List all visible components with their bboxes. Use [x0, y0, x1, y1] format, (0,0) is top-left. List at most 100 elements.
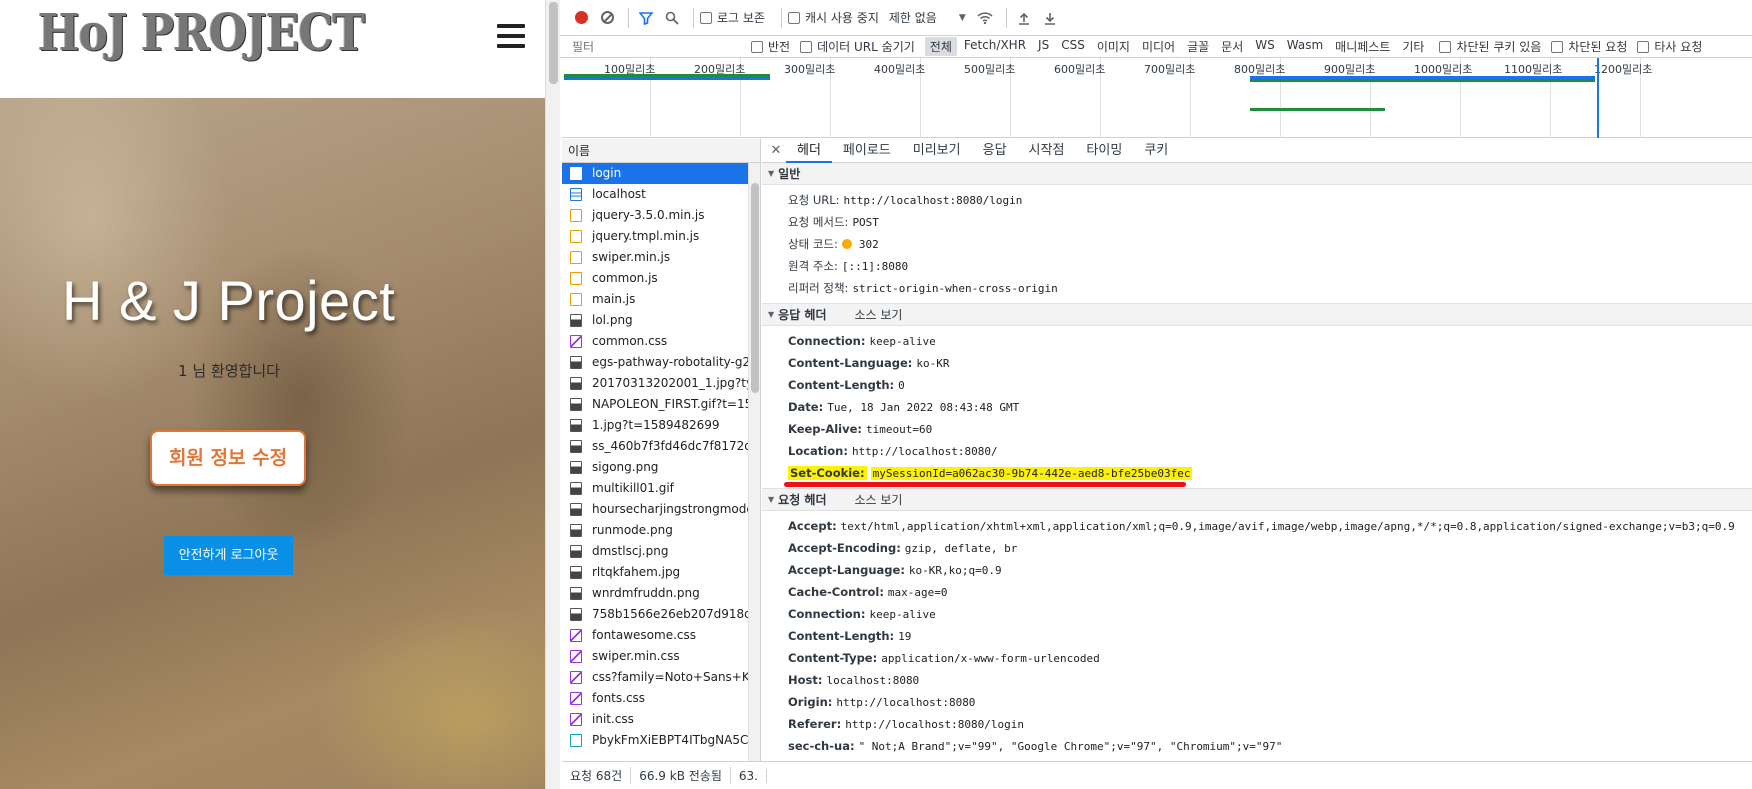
- tab-6[interactable]: 쿠키: [1133, 139, 1179, 163]
- network-conditions-wifi-icon[interactable]: [974, 7, 996, 29]
- type-filter-3[interactable]: CSS: [1056, 37, 1090, 56]
- request-row[interactable]: hoursecharjingstrongmode.gi...: [562, 499, 760, 520]
- search-icon[interactable]: [661, 7, 683, 29]
- throttling-dropdown[interactable]: 제한 없음 ▼: [889, 9, 966, 26]
- js-file-icon: [570, 272, 582, 285]
- edit-profile-button[interactable]: 회원 정보 수정: [150, 430, 306, 486]
- checkbox-box[interactable]: [800, 40, 813, 53]
- checkbox-box[interactable]: [787, 11, 800, 24]
- request-name: lol.png: [592, 313, 633, 327]
- request-row[interactable]: login: [562, 163, 760, 184]
- preserve-log-label: 로그 보존: [717, 11, 765, 25]
- preserve-log-checkbox[interactable]: 로그 보존: [700, 9, 765, 26]
- request-name: NAPOLEON_FIRST.gif?t=1583...: [592, 397, 760, 411]
- blocked-requests-checkbox[interactable]: 차단된 요청: [1551, 38, 1627, 55]
- request-row[interactable]: jquery.tmpl.min.js: [562, 226, 760, 247]
- request-row[interactable]: 20170313202001_1.jpg?type=...: [562, 373, 760, 394]
- header-value: http://localhost:8080: [836, 696, 976, 709]
- request-row[interactable]: sigong.png: [562, 457, 760, 478]
- request-row[interactable]: rltqkfahem.jpg: [562, 562, 760, 583]
- request-list-scrollbar-thumb[interactable]: [751, 183, 759, 393]
- type-filter-4[interactable]: 이미지: [1092, 37, 1135, 56]
- tab-4[interactable]: 시작점: [1018, 139, 1076, 163]
- request-row[interactable]: wnrdmfruddn.png: [562, 583, 760, 604]
- response-headers-section-header[interactable]: ▼ 응답 헤더 소스 보기: [762, 304, 1752, 326]
- request-name: 758b1566e26eb207d918dd46...: [592, 607, 760, 621]
- checkbox-box[interactable]: [751, 40, 763, 53]
- invert-checkbox[interactable]: 반전: [751, 38, 790, 55]
- close-icon[interactable]: ✕: [766, 143, 786, 158]
- request-headers-section-header[interactable]: ▼ 요청 헤더 소스 보기: [762, 489, 1752, 511]
- request-row[interactable]: css?family=Noto+Sans+KR:40...: [562, 667, 760, 688]
- request-row[interactable]: localhost: [562, 184, 760, 205]
- disable-cache-checkbox[interactable]: 캐시 사용 중지: [787, 9, 879, 26]
- filter-funnel-icon[interactable]: [635, 7, 657, 29]
- type-filter-9[interactable]: Wasm: [1282, 37, 1328, 56]
- request-row[interactable]: ss_460b7f3fd46dc7f8172d70e...: [562, 436, 760, 457]
- tab-5[interactable]: 타이밍: [1075, 139, 1133, 163]
- header-value: keep-alive: [869, 608, 936, 621]
- toolbar-divider: [780, 7, 782, 28]
- filter-input[interactable]: [568, 36, 743, 57]
- network-overview-timeline[interactable]: 100밀리초 200밀리초 300밀리초 400밀리초 500밀리초 600밀리초 700밀…: [562, 58, 1752, 138]
- timeline-tick-label: 300밀리초: [784, 63, 836, 76]
- page-scrollbar-thumb[interactable]: [549, 2, 558, 84]
- request-row[interactable]: swiper.min.js: [562, 247, 760, 268]
- request-row[interactable]: common.js: [562, 268, 760, 289]
- checkbox-box[interactable]: [1551, 40, 1564, 53]
- tab-0[interactable]: 헤더: [786, 139, 832, 163]
- request-row[interactable]: PbykFmXiEBPT4ITbgNA5Cgm...: [562, 730, 760, 751]
- type-filter-5[interactable]: 미디어: [1137, 37, 1180, 56]
- checkbox-box[interactable]: [700, 11, 712, 24]
- header-name: Keep-Alive:: [788, 422, 862, 436]
- type-filter-1[interactable]: Fetch/XHR: [959, 37, 1031, 56]
- request-row[interactable]: 758b1566e26eb207d918dd46...: [562, 604, 760, 625]
- triangle-down-icon: ▼: [768, 495, 775, 504]
- request-row[interactable]: common.css: [562, 331, 760, 352]
- request-row[interactable]: runmode.png: [562, 520, 760, 541]
- invert-label: 반전: [768, 40, 791, 54]
- export-har-download-icon[interactable]: [1039, 7, 1061, 29]
- request-row[interactable]: init.css: [562, 709, 760, 730]
- import-har-upload-icon[interactable]: [1013, 7, 1035, 29]
- hide-data-urls-checkbox[interactable]: 데이터 URL 숨기기: [800, 38, 915, 55]
- request-row[interactable]: fonts.css: [562, 688, 760, 709]
- checkbox-box[interactable]: [1637, 40, 1650, 53]
- request-row[interactable]: main.js: [562, 289, 760, 310]
- type-filter-7[interactable]: 문서: [1216, 37, 1248, 56]
- tab-1[interactable]: 페이로드: [832, 139, 902, 163]
- type-filter-8[interactable]: WS: [1250, 37, 1279, 56]
- type-filter-2[interactable]: JS: [1033, 37, 1054, 56]
- request-row[interactable]: egs-pathway-robotality-g2-0...: [562, 352, 760, 373]
- type-filter-10[interactable]: 매니페스트: [1330, 37, 1395, 56]
- request-row[interactable]: lol.png: [562, 310, 760, 331]
- request-row[interactable]: fontawesome.css: [562, 625, 760, 646]
- page-scrollbar[interactable]: [545, 0, 560, 789]
- request-list-scrollbar[interactable]: [748, 163, 760, 761]
- name-column-header[interactable]: 이름: [562, 139, 760, 163]
- general-section-header[interactable]: ▼ 일반: [762, 163, 1752, 185]
- type-filter-0[interactable]: 전체: [924, 37, 957, 56]
- clear-icon[interactable]: [596, 7, 618, 29]
- tab-3[interactable]: 응답: [972, 139, 1018, 163]
- request-row[interactable]: dmstlscj.png: [562, 541, 760, 562]
- third-party-checkbox[interactable]: 타사 요청: [1637, 38, 1702, 55]
- view-source-link[interactable]: 소스 보기: [855, 304, 903, 325]
- request-row[interactable]: multikill01.gif: [562, 478, 760, 499]
- hero-title: H & J Project: [62, 269, 396, 332]
- tab-2[interactable]: 미리보기: [902, 139, 972, 163]
- js-file-icon: [570, 293, 582, 306]
- request-row[interactable]: 1.jpg?t=1589482699: [562, 415, 760, 436]
- site-logo[interactable]: HoJ PROJECT: [38, 4, 365, 63]
- request-row[interactable]: jquery-3.5.0.min.js: [562, 205, 760, 226]
- request-row[interactable]: swiper.min.css: [562, 646, 760, 667]
- blocked-cookies-checkbox[interactable]: 차단된 쿠키 있음: [1439, 38, 1541, 55]
- type-filter-6[interactable]: 글꼴: [1182, 37, 1214, 56]
- request-row[interactable]: NAPOLEON_FIRST.gif?t=1583...: [562, 394, 760, 415]
- type-filter-11[interactable]: 기타: [1397, 37, 1429, 56]
- logout-button[interactable]: 안전하게 로그아웃: [164, 536, 293, 575]
- hamburger-menu-icon[interactable]: [497, 24, 525, 50]
- checkbox-box[interactable]: [1439, 40, 1452, 53]
- record-icon[interactable]: [570, 7, 592, 29]
- view-source-link[interactable]: 소스 보기: [855, 489, 903, 510]
